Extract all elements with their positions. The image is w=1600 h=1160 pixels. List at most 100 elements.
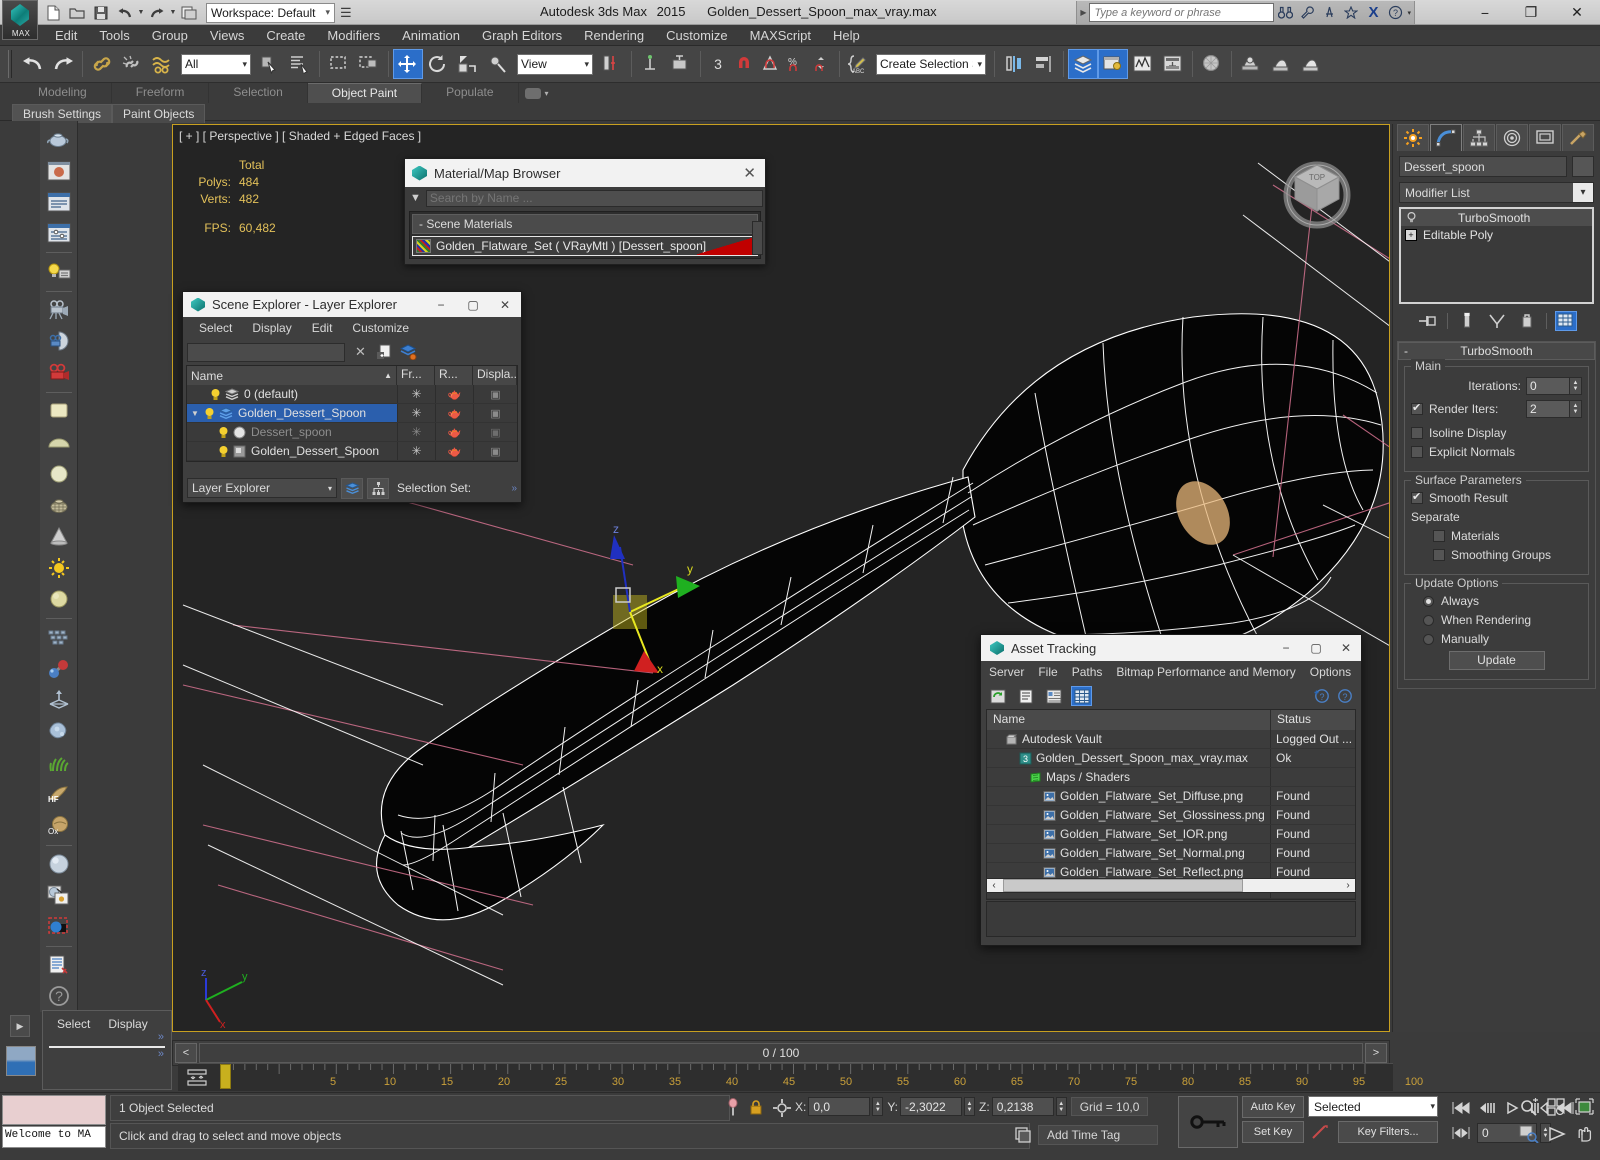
refresh-icon[interactable]	[987, 686, 1008, 706]
display-tab-icon[interactable]	[1529, 124, 1561, 151]
redo-icon[interactable]	[48, 49, 78, 79]
scene-explorer-menu-display[interactable]: Display	[252, 321, 291, 335]
camera-red-icon[interactable]	[43, 357, 75, 387]
binoculars-icon[interactable]	[1274, 2, 1296, 23]
sphere-gold-icon[interactable]	[43, 584, 75, 614]
rectangular-selection-region-icon[interactable]	[324, 49, 354, 79]
configure-modifier-sets-icon[interactable]	[1554, 311, 1577, 331]
search-input[interactable]	[1089, 3, 1275, 22]
grass-icon[interactable]	[43, 747, 75, 777]
bind-to-space-warp-icon[interactable]	[147, 49, 177, 79]
select-and-move-icon[interactable]	[393, 49, 423, 79]
open-file-icon[interactable]	[66, 2, 88, 23]
go-to-start-icon[interactable]	[1448, 1096, 1474, 1120]
angle-snap-toggle-icon[interactable]	[757, 49, 783, 79]
separate-materials-checkbox[interactable]	[1433, 530, 1445, 542]
object-color-swatch[interactable]	[1572, 156, 1594, 177]
restore-button[interactable]: ❐	[1508, 0, 1554, 25]
application-menu-button[interactable]: MAX	[2, 0, 38, 40]
dialog-sliders-icon[interactable]	[43, 218, 75, 248]
column-header-display[interactable]: Displa...	[473, 366, 517, 385]
dialog-list-icon[interactable]	[43, 187, 75, 217]
scene-explorer-menu-edit[interactable]: Edit	[312, 321, 333, 335]
display-toggle-icon[interactable]: ▣	[473, 442, 517, 460]
cone-primitive-icon[interactable]	[43, 521, 75, 551]
workspace-menu-icon[interactable]: ☰	[340, 5, 352, 21]
lower-left-chevron-icon-2[interactable]: »	[43, 1048, 171, 1060]
asset-menu-options[interactable]: Options	[1310, 665, 1351, 679]
explorer-mode-combo[interactable]: Layer Explorer ▾	[187, 478, 337, 498]
table-row[interactable]: Maps / Shaders	[987, 768, 1355, 787]
maxscript-input-field[interactable]: Welcome to MA	[2, 1126, 106, 1148]
teapot-create-icon[interactable]	[43, 124, 75, 154]
percent-snap-toggle-icon[interactable]: %	[783, 49, 809, 79]
isoline-display-row[interactable]: Isoline Display	[1411, 426, 1582, 440]
menu-edit[interactable]: Edit	[44, 26, 88, 45]
toolbar-grip[interactable]	[8, 50, 12, 78]
modifier-stack[interactable]: TurboSmooth + Editable Poly	[1399, 207, 1594, 304]
modifier-stack-item-turbosmooth[interactable]: TurboSmooth	[1401, 209, 1592, 226]
table-row[interactable]: 3 Golden_Dessert_Spoon_max_vray.max Ok	[987, 749, 1355, 768]
selection-filter-combo[interactable]: All ▾	[181, 53, 251, 75]
table-row[interactable]: 0 (default) ✳ 🫖 ▣	[187, 385, 517, 404]
infocenter-expand-icon[interactable]: ▶	[1080, 8, 1086, 17]
previous-frame-button[interactable]: <	[175, 1043, 197, 1063]
select-object-icon[interactable]	[255, 49, 285, 79]
iterations-spinner[interactable]: ▲▼	[1526, 377, 1582, 395]
undo-icon[interactable]	[18, 49, 48, 79]
minimize-button[interactable]: −	[1462, 0, 1508, 25]
atom-bond-icon[interactable]	[43, 653, 75, 683]
rollout-collapse-sign[interactable]: -	[1404, 344, 1408, 358]
renderable-toggle-icon[interactable]: 🫖	[435, 404, 473, 422]
align-icon[interactable]	[1029, 49, 1059, 79]
grid-view-icon[interactable]	[1071, 686, 1092, 706]
coordinate-x[interactable]: X: ▲▼	[795, 1097, 884, 1116]
ox-hair-icon[interactable]: Ox	[43, 810, 75, 840]
reference-coordinate-system-combo[interactable]: View ▾	[517, 53, 593, 75]
view-cube[interactable]: TOP	[1277, 151, 1357, 231]
explicit-normals-checkbox[interactable]	[1411, 446, 1423, 458]
spinner-arrows-icon[interactable]: ▲ ▼	[872, 1097, 884, 1116]
maxscript-mini-listener[interactable]	[2, 1095, 106, 1125]
set-key-filters-icon[interactable]	[1308, 1121, 1332, 1143]
menu-animation[interactable]: Animation	[391, 26, 471, 45]
omni-light-icon[interactable]	[43, 552, 75, 582]
menu-create[interactable]: Create	[255, 26, 316, 45]
sphere-primitive-icon[interactable]	[43, 458, 75, 488]
column-header-status[interactable]: Status	[1271, 710, 1355, 730]
make-unique-icon[interactable]	[1486, 311, 1508, 331]
menu-maxscript[interactable]: MAXScript	[739, 26, 822, 45]
separate-materials-row[interactable]: Materials	[1411, 529, 1582, 543]
render-iters-checkbox[interactable]	[1411, 401, 1423, 415]
clear-filter-icon[interactable]: ✕	[352, 344, 369, 361]
spinner-arrows-icon[interactable]: ▲ ▼	[1570, 377, 1582, 395]
list-view-icon[interactable]	[1015, 686, 1036, 706]
track-bar-ruler[interactable]: 5 10 15 20 25 30 35 40 45 50 55 60 65 70…	[218, 1064, 1423, 1092]
display-toggle-icon[interactable]: ▣	[473, 423, 517, 441]
y-input[interactable]	[900, 1097, 963, 1116]
maximize-icon[interactable]: ▢	[1301, 635, 1331, 661]
material-preview-swatch[interactable]	[6, 1046, 36, 1076]
detail-view-icon[interactable]	[1043, 686, 1064, 706]
compass-icon[interactable]	[1318, 2, 1340, 23]
remove-modifier-icon[interactable]	[1516, 311, 1538, 331]
hierarchy-tab-icon[interactable]	[1463, 124, 1495, 151]
new-layer-icon[interactable]	[376, 344, 393, 361]
menu-graph-editors[interactable]: Graph Editors	[471, 26, 573, 45]
material-map-browser-dialog[interactable]: Material/Map Browser ✕ ▼ - Scene Materia…	[404, 158, 766, 265]
close-icon[interactable]: ✕	[1331, 635, 1361, 661]
scene-materials-group-header[interactable]: - Scene Materials	[412, 214, 758, 234]
renderable-toggle-icon[interactable]: 🫖	[435, 442, 473, 460]
scene-explorer-dialog[interactable]: Scene Explorer - Layer Explorer − ▢ ✕ Se…	[182, 291, 522, 503]
table-row[interactable]: Golden_Flatware_Set_Glossiness.png Found	[987, 806, 1355, 825]
table-row[interactable]: Golden_Flatware_Set_Diffuse.png Found	[987, 787, 1355, 806]
lower-left-menu-select[interactable]: Select	[57, 1017, 90, 1031]
scroll-thumb[interactable]	[1003, 879, 1243, 892]
redo-icon[interactable]	[146, 2, 168, 23]
panel-expander-button[interactable]: ▶	[10, 1015, 30, 1037]
column-header-name[interactable]: Name	[987, 710, 1271, 730]
set-key-mode-button[interactable]	[1178, 1096, 1238, 1148]
renderable-toggle-icon[interactable]: 🫖	[435, 423, 473, 441]
help-icon[interactable]: ?	[1336, 688, 1353, 704]
open-mini-curve-editor-icon[interactable]	[184, 1068, 210, 1088]
